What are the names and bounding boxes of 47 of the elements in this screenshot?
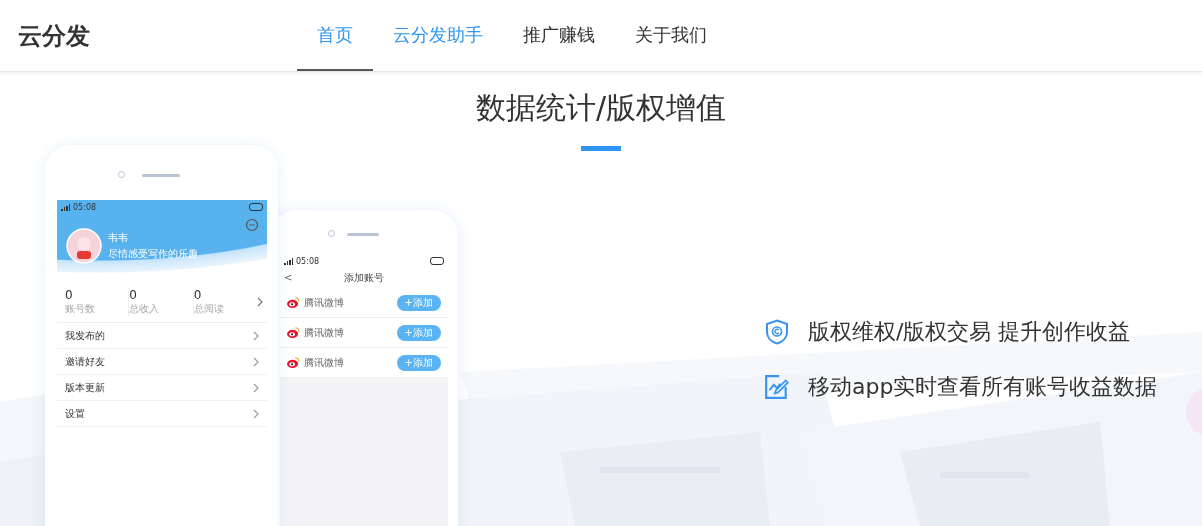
chat-icon[interactable] <box>245 218 259 232</box>
stat-value: 0 <box>65 288 74 302</box>
menu-label: 设置 <box>65 406 85 421</box>
feature-text: 版权维权/版权交易 提升创作收益 <box>808 318 1131 346</box>
chart-edit-icon <box>764 374 790 400</box>
stat-label: 账号数 <box>65 302 96 316</box>
nav-tab[interactable]: 推广赚钱 <box>503 0 615 71</box>
stat-value: 0 <box>129 288 138 302</box>
menu-label: 版本更新 <box>65 380 105 395</box>
chevron-icon <box>253 330 259 341</box>
battery-icon <box>430 257 444 265</box>
avatar <box>66 228 102 264</box>
menu-label: 我发布的 <box>65 328 105 343</box>
status-time: 05:08 <box>296 256 320 266</box>
feature-text: 移动app实时查看所有账号收益数据 <box>808 373 1158 401</box>
account-name: 腾讯微博 <box>304 355 344 370</box>
menu-item[interactable]: 我发布的 <box>57 323 267 349</box>
account-name: 腾讯微博 <box>304 325 344 340</box>
account-name: 腾讯微博 <box>304 295 344 310</box>
chevron-icon <box>253 356 259 367</box>
menu-label: 邀请好友 <box>65 354 105 369</box>
chevron-icon <box>253 408 259 419</box>
user-name: 韦韦 <box>108 231 129 245</box>
stat-label: 总阅读 <box>193 302 225 316</box>
menu-item[interactable]: 版本更新 <box>57 375 267 401</box>
menu-item[interactable]: 邀请好友 <box>57 349 267 375</box>
eye-logo-icon <box>287 357 300 368</box>
eye-logo-icon <box>287 297 300 308</box>
battery-icon <box>249 203 263 211</box>
signal-icon <box>284 257 293 265</box>
stat-value: 0 <box>193 288 203 302</box>
back-button[interactable]: < <box>284 268 293 288</box>
stat-label: 总收入 <box>129 302 161 316</box>
title-underline <box>581 146 621 151</box>
eye-logo-icon <box>287 327 300 338</box>
speaker-icon <box>347 233 379 236</box>
site-logo[interactable]: 云分发 <box>18 19 297 52</box>
signal-icon <box>61 203 70 211</box>
section-title: 数据统计/版权增值 <box>474 89 728 126</box>
shield-icon <box>764 319 790 345</box>
chevron-icon[interactable] <box>257 297 263 307</box>
chevron-icon <box>253 382 259 393</box>
status-time: 05:08 <box>73 202 97 212</box>
screen-title: 添加账号 <box>344 272 384 283</box>
nav-tab[interactable]: 关于我们 <box>615 0 727 71</box>
speaker-icon <box>142 174 180 177</box>
menu-item[interactable]: 设置 <box>57 401 267 427</box>
